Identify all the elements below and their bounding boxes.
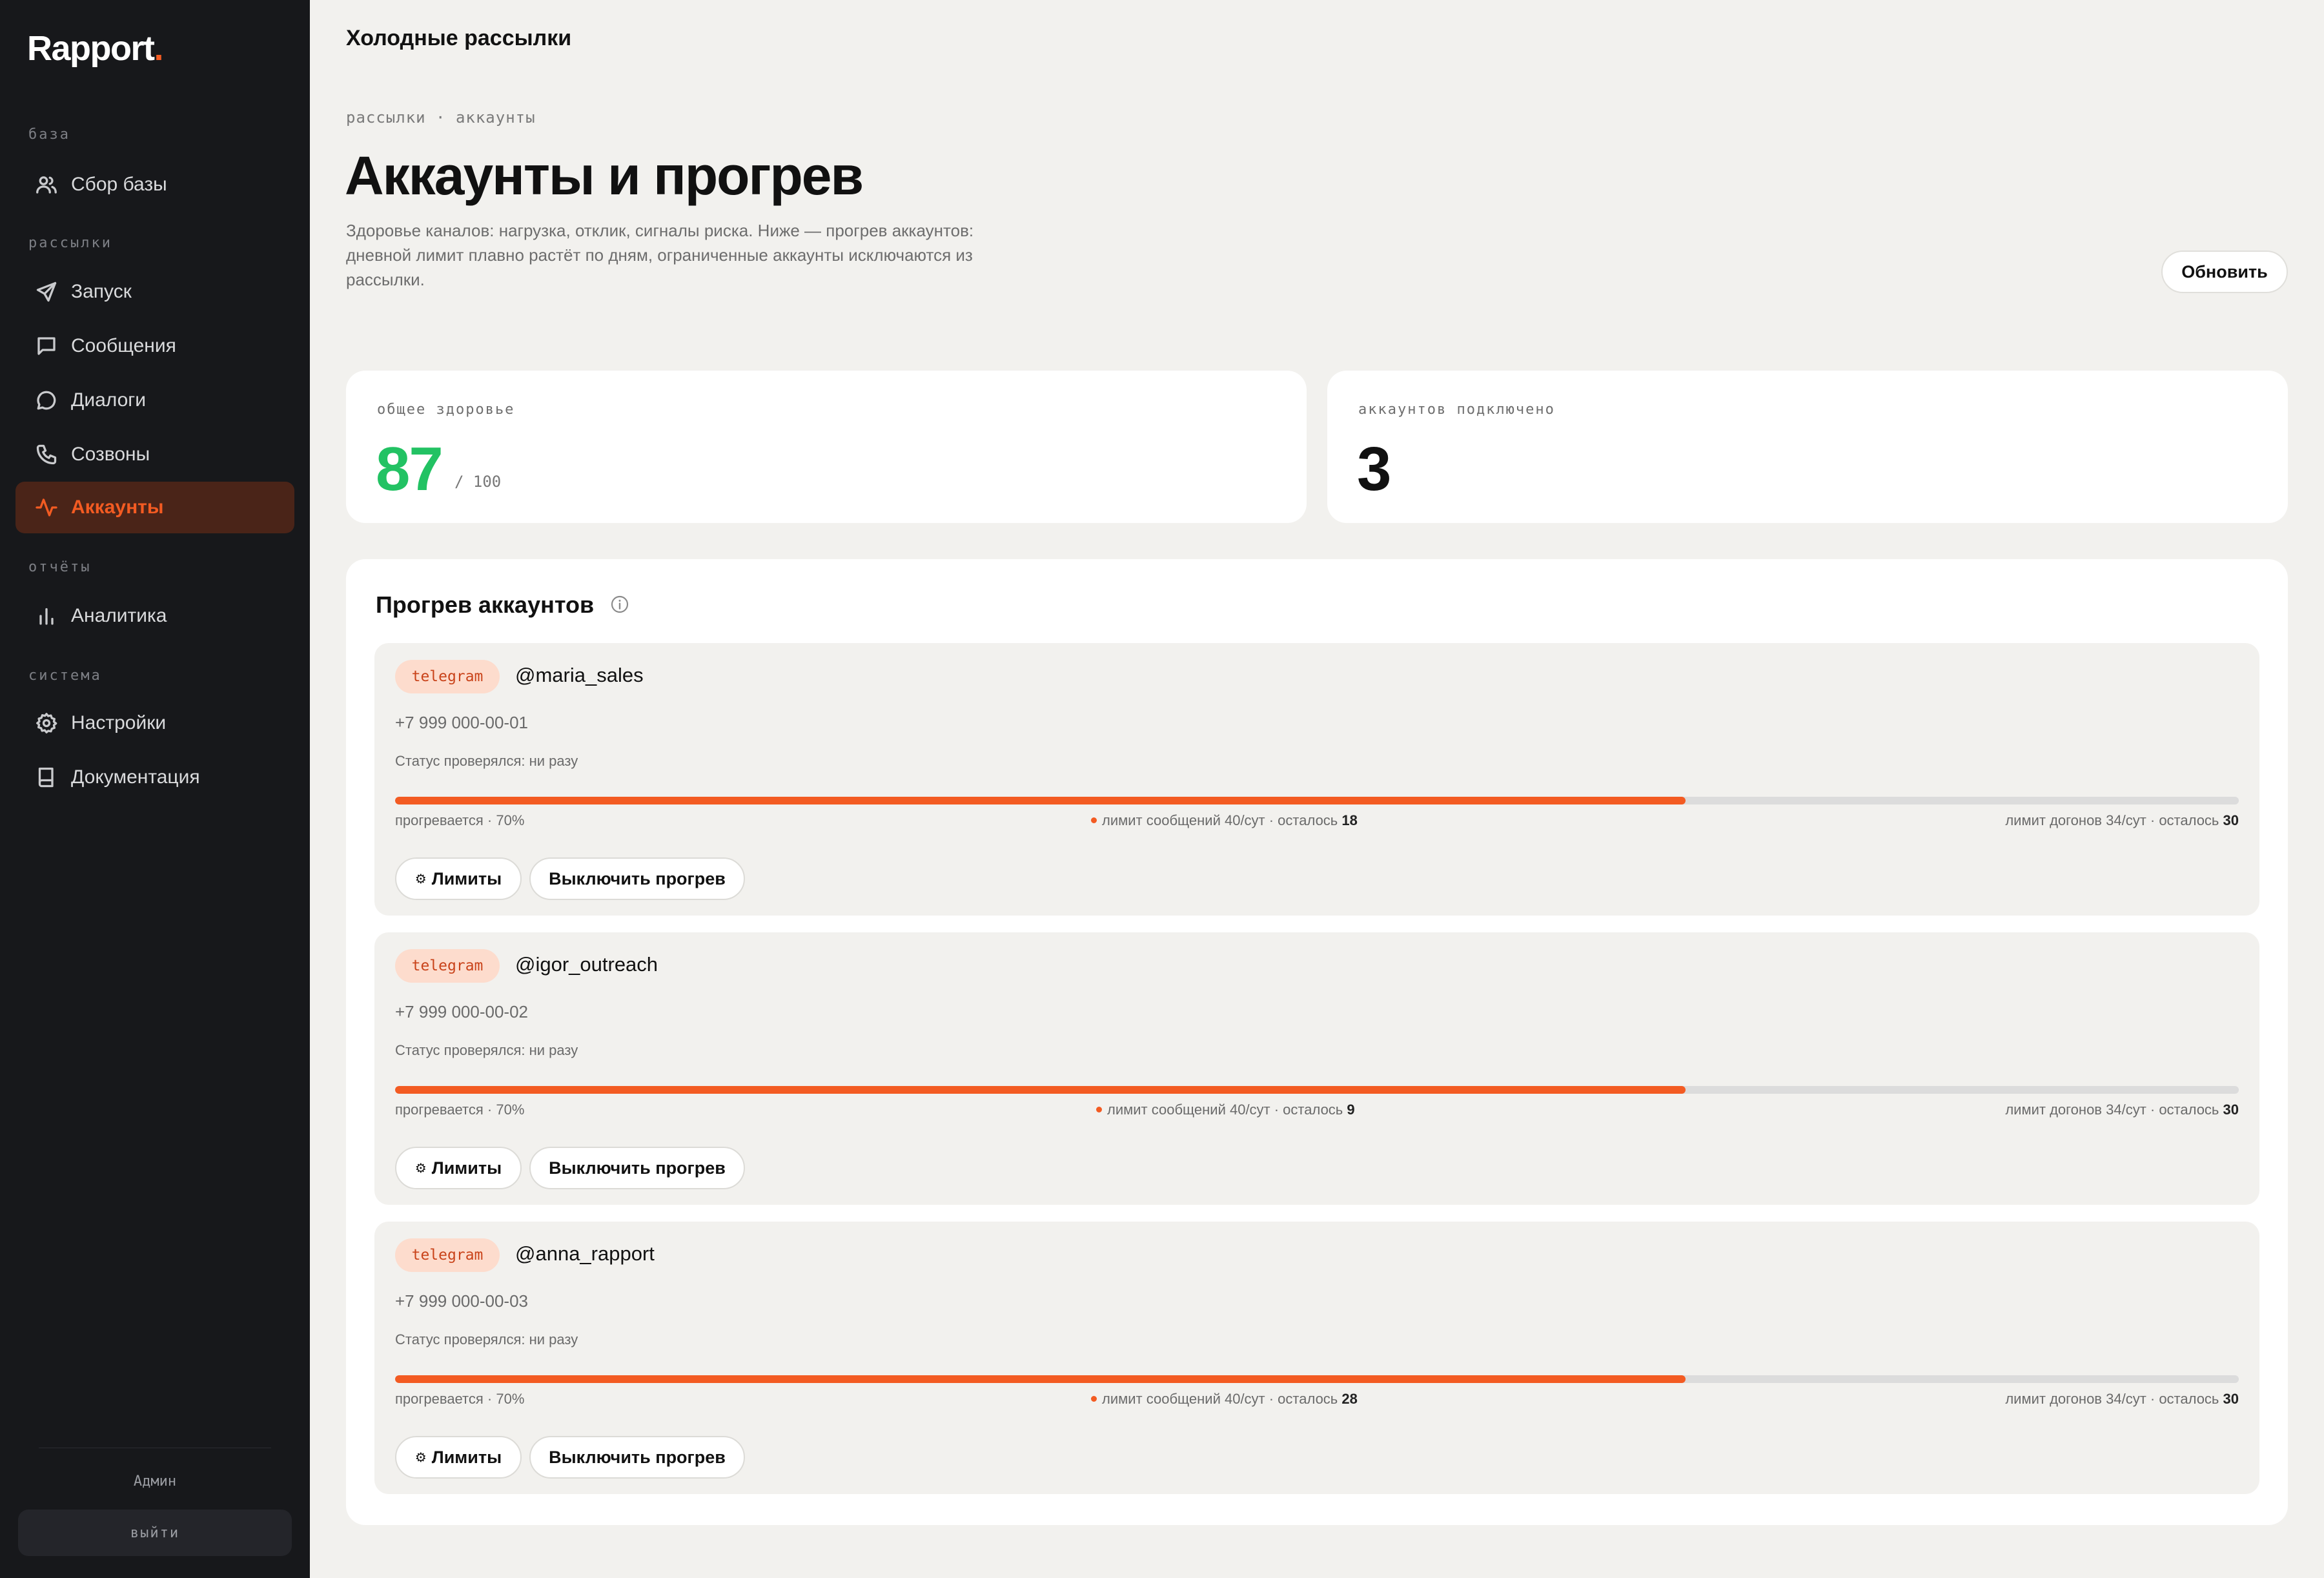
progress-label: прогревается · 70% xyxy=(395,1102,525,1118)
account-phone: +7 999 000-00-03 xyxy=(395,1291,529,1311)
sidebar-item-label: Сбор базы xyxy=(71,174,167,195)
sidebar-item-label: Аналитика xyxy=(71,605,167,626)
limits-button[interactable]: ⚙ Лимиты xyxy=(395,1436,522,1479)
progress-label: прогревается · 70% xyxy=(395,812,525,828)
account-username: @igor_outreach xyxy=(515,953,658,976)
message-limit: лимит сообщений 40/сут · осталось 9 xyxy=(1096,1102,1355,1118)
followup-limit: лимит догонов 34/сут · осталось 30 xyxy=(2005,812,2239,828)
sidebar-item-label: Аккаунты xyxy=(71,497,164,518)
page-title: Аккаунты и прогрев xyxy=(345,145,864,206)
sidebar-item-messages[interactable]: Сообщения xyxy=(15,320,294,372)
account-card: telegram @maria_sales +7 999 000-00-01 С… xyxy=(374,643,2259,916)
sidebar-item-docs[interactable]: Документация xyxy=(15,752,294,803)
phone-icon xyxy=(34,442,59,467)
app-section-title: Холодные рассылки xyxy=(346,26,572,50)
gear-icon xyxy=(34,710,59,736)
sidebar-item-analytics[interactable]: Аналитика xyxy=(15,590,294,642)
disable-warmup-button[interactable]: Выключить прогрев xyxy=(529,857,745,900)
sidebar-item-label: Диалоги xyxy=(71,389,146,411)
sidebar-item-collect-base[interactable]: Сбор базы xyxy=(15,159,294,210)
sidebar-item-dialogs[interactable]: Диалоги xyxy=(15,374,294,426)
message-limit: лимит сообщений 40/сут · осталось 18 xyxy=(1091,812,1358,829)
users-icon xyxy=(34,172,59,198)
channel-badge: telegram xyxy=(395,660,500,693)
nav-section-reports: отчёты xyxy=(28,559,92,575)
account-username: @maria_sales xyxy=(515,664,644,686)
health-card: общее здоровье 87 / 100 xyxy=(346,371,1307,523)
channel-badge: telegram xyxy=(395,1238,500,1272)
account-status: Статус проверялся: ни разу xyxy=(395,1331,578,1347)
book-icon xyxy=(34,764,59,790)
info-icon[interactable] xyxy=(609,594,630,615)
followup-limit: лимит догонов 34/сут · осталось 30 xyxy=(2005,1102,2239,1118)
warmup-progress-fill xyxy=(395,1086,1686,1094)
health-max: / 100 xyxy=(454,473,502,491)
warmup-title: Прогрев аккаунтов xyxy=(376,591,595,618)
page-description: Здоровье каналов: нагрузка, отклик, сигн… xyxy=(346,221,974,289)
sidebar-item-label: Созвоны xyxy=(71,444,150,465)
sidebar-item-label: Документация xyxy=(71,766,200,788)
sidebar-item-label: Запуск xyxy=(71,281,132,302)
warmup-panel: Прогрев аккаунтов telegram @maria_sales … xyxy=(346,559,2288,1525)
warmup-progress-fill xyxy=(395,1375,1686,1383)
gear-icon: ⚙ xyxy=(414,1161,427,1176)
warmup-progress-bar xyxy=(395,797,2239,804)
chat-bubble-icon xyxy=(34,387,59,413)
account-card: telegram @igor_outreach +7 999 000-00-02… xyxy=(374,932,2259,1205)
sidebar-item-launch[interactable]: Запуск xyxy=(15,266,294,318)
limits-button[interactable]: ⚙ Лимиты xyxy=(395,1147,522,1189)
accounts-count-value: 3 xyxy=(1357,435,1391,504)
accounts-count-label: аккаунтов подключено xyxy=(1358,402,1555,418)
status-dot xyxy=(1091,817,1097,823)
activity-icon xyxy=(34,495,59,520)
disable-warmup-button[interactable]: Выключить прогрев xyxy=(529,1436,745,1479)
message-square-icon xyxy=(34,333,59,359)
sidebar: Rapport. база Сбор базы рассылки Запуск … xyxy=(0,0,310,1578)
disable-warmup-button[interactable]: Выключить прогрев xyxy=(529,1147,745,1189)
health-label: общее здоровье xyxy=(377,402,515,418)
health-value: 87 xyxy=(376,435,443,504)
bar-chart-icon xyxy=(34,603,59,629)
progress-label: прогревается · 70% xyxy=(395,1391,525,1407)
refresh-button[interactable]: Обновить xyxy=(2161,251,2288,293)
followup-limit: лимит догонов 34/сут · осталось 30 xyxy=(2005,1391,2239,1407)
account-phone: +7 999 000-00-02 xyxy=(395,1002,529,1021)
current-user: Админ xyxy=(133,1473,177,1490)
nav-section-mailings: рассылки xyxy=(28,235,112,251)
send-icon xyxy=(34,279,59,305)
status-dot xyxy=(1096,1106,1102,1112)
accounts-count-card: аккаунтов подключено 3 xyxy=(1327,371,2288,523)
account-phone: +7 999 000-00-01 xyxy=(395,713,529,732)
logo[interactable]: Rapport. xyxy=(27,28,163,68)
account-status: Статус проверялся: ни разу xyxy=(395,1042,578,1058)
sidebar-item-label: Сообщения xyxy=(71,335,176,356)
account-card: telegram @anna_rapport +7 999 000-00-03 … xyxy=(374,1222,2259,1494)
warmup-progress-bar xyxy=(395,1086,2239,1094)
breadcrumb: рассылки · аккаунты xyxy=(346,108,536,127)
channel-badge: telegram xyxy=(395,949,500,983)
account-username: @anna_rapport xyxy=(515,1242,655,1265)
gear-icon: ⚙ xyxy=(414,1450,427,1465)
gear-icon: ⚙ xyxy=(414,872,427,886)
limits-button[interactable]: ⚙ Лимиты xyxy=(395,857,522,900)
sidebar-item-calls[interactable]: Созвоны xyxy=(15,429,294,480)
sidebar-item-settings[interactable]: Настройки xyxy=(15,697,294,749)
warmup-progress-bar xyxy=(395,1375,2239,1383)
nav-section-system: система xyxy=(28,668,102,684)
status-dot xyxy=(1091,1395,1097,1402)
message-limit: лимит сообщений 40/сут · осталось 28 xyxy=(1091,1391,1358,1408)
nav-section-base: база xyxy=(28,127,70,143)
sidebar-item-accounts[interactable]: Аккаунты xyxy=(15,482,294,533)
warmup-progress-fill xyxy=(395,797,1686,804)
account-status: Статус проверялся: ни разу xyxy=(395,753,578,769)
logout-button[interactable]: выйти xyxy=(18,1510,292,1556)
sidebar-item-label: Настройки xyxy=(71,712,167,733)
